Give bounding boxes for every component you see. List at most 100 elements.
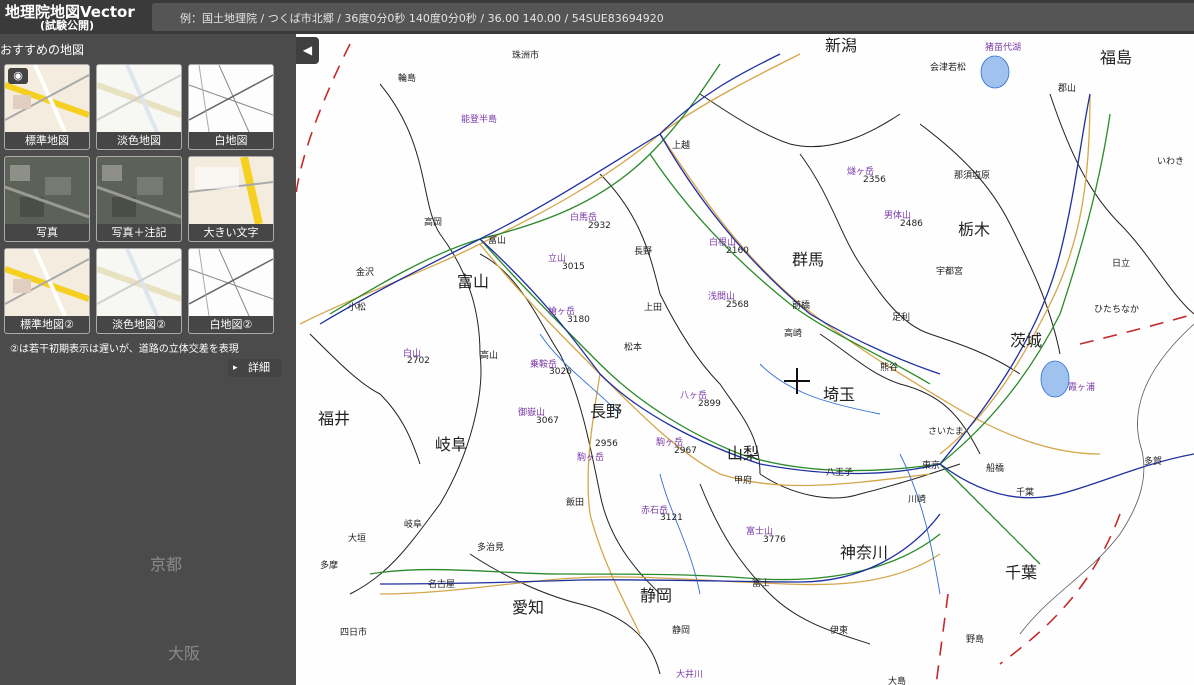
city-label: 長野	[634, 247, 653, 257]
city-label: 野島	[966, 635, 985, 645]
tile-label: 標準地図②	[5, 316, 89, 333]
city-label: 八王子	[826, 468, 854, 478]
elevation-label: 3067	[536, 416, 559, 426]
city-label: 前橋	[792, 301, 811, 311]
elevation-label: 2486	[900, 219, 923, 229]
map-style-tile[interactable]: 白地図②	[188, 248, 274, 334]
pref-label: 新潟	[825, 36, 858, 55]
app-subtitle: (試験公開)	[40, 19, 95, 32]
city-label: 会津若松	[930, 63, 967, 73]
city-label: 多治見	[477, 543, 505, 553]
city-label: 多摩	[320, 561, 339, 571]
app-header: 地理院地図Vector (試験公開) 例：国土地理院 / つくば市北郷 / 36…	[0, 0, 1194, 34]
pref-label: 愛知	[512, 598, 545, 617]
map-style-tile[interactable]: 標準地図②	[4, 248, 90, 334]
pref-label: 千葉	[1005, 563, 1038, 582]
side-panel: おすすめの地図 ◉ 標準地図 淡色地図 白地図写真 写真＋注記 大きい文字標準地図② 淡色地…	[0, 34, 296, 685]
map-style-tile[interactable]: ◉ 標準地図	[4, 64, 90, 150]
tile-thumbnail	[5, 157, 89, 224]
collapse-panel-button[interactable]: ◀	[296, 37, 319, 64]
tile-thumbnail	[189, 65, 273, 133]
tile-label: 淡色地図	[97, 132, 181, 149]
elevation-label: 2702	[407, 356, 430, 366]
city-label: 上田	[644, 303, 663, 313]
city-label: 珠洲市	[512, 51, 540, 61]
city-label: 富士	[752, 579, 771, 589]
lake-label: 霞ヶ浦	[1068, 383, 1096, 393]
city-label: 日立	[1112, 259, 1131, 269]
tile-thumbnail	[189, 249, 273, 317]
city-label: 甲府	[734, 476, 753, 486]
tile-thumbnail	[5, 249, 89, 317]
pref-label: 栃木	[958, 220, 991, 239]
search-placeholder: 例：国土地理院 / つくば市北郷 / 36度0分0秒 140度0分0秒 / 36…	[180, 12, 664, 25]
pref-label: 埼玉	[823, 385, 856, 404]
city-label: 足利	[892, 313, 911, 323]
city-label: 東京	[922, 461, 941, 471]
tile-label: 淡色地図②	[97, 316, 181, 333]
elevation-label: 3015	[562, 262, 585, 272]
tile-thumbnail	[97, 157, 181, 224]
elevation-label: 2160	[726, 246, 749, 256]
city-label: 上越	[672, 141, 691, 151]
panel-title: おすすめの地図	[0, 43, 85, 57]
chevron-right-icon: ▸	[233, 363, 238, 373]
detail-button[interactable]: ▸ 詳細	[228, 359, 282, 377]
city-label: 四日市	[340, 628, 368, 638]
tile-label: 大きい文字	[189, 224, 273, 241]
city-label: 那須塩原	[954, 171, 991, 181]
city-label: 大垣	[348, 534, 367, 544]
eye-icon[interactable]: ◉	[8, 68, 28, 84]
elevation-label: 2899	[698, 399, 721, 409]
pref-label: 茨城	[1010, 331, 1043, 350]
map-style-tile[interactable]: 写真＋注記	[96, 156, 182, 242]
city-label: 名古屋	[428, 580, 456, 590]
city-label: 富山	[488, 236, 507, 246]
city-label: 小松	[348, 303, 367, 313]
pref-label: 静岡	[640, 586, 673, 605]
pref-label: 福島	[1100, 48, 1133, 67]
city-label: 高山	[480, 351, 499, 361]
tile-thumbnail	[97, 65, 181, 133]
tile-label: 写真＋注記	[97, 224, 181, 241]
city-label: いわき	[1157, 157, 1185, 167]
tile-thumbnail	[189, 157, 273, 225]
city-label: 川崎	[908, 495, 927, 505]
elevation-label: 3776	[763, 535, 786, 545]
city-label: 飯田	[566, 498, 585, 508]
search-input[interactable]: 例：国土地理院 / つくば市北郷 / 36度0分0秒 140度0分0秒 / 36…	[152, 3, 1194, 31]
map-style-tile[interactable]: 淡色地図②	[96, 248, 182, 334]
city-label: ひたちなか	[1094, 305, 1140, 315]
city-label: 船橋	[986, 464, 1005, 474]
elevation-label: 2568	[726, 300, 749, 310]
pref-label: 福井	[318, 409, 351, 428]
pref-label: 長野	[590, 402, 623, 421]
pref-label: 神奈川	[840, 543, 889, 562]
city-label: 高岡	[424, 218, 443, 228]
city-label: 松本	[624, 343, 643, 353]
city-label: 輪島	[398, 74, 417, 84]
pref-label: 富山	[457, 272, 490, 291]
tile-thumbnail	[97, 249, 181, 317]
city-label: 千葉	[1016, 488, 1035, 498]
city-label: 郡山	[1058, 84, 1077, 94]
city-label: 大島	[888, 677, 907, 685]
elevation-label: 2956	[595, 439, 618, 449]
place-label: 能登半島	[461, 115, 498, 125]
elevation-label: 3180	[567, 315, 590, 325]
elevation-label: 2932	[588, 221, 611, 231]
map-style-tile[interactable]: 淡色地図	[96, 64, 182, 150]
detail-label: 詳細	[248, 361, 270, 374]
map-style-tile[interactable]: 写真	[4, 156, 90, 242]
city-label: 熊谷	[880, 363, 899, 373]
tile-label: 白地図②	[189, 316, 273, 333]
dim-map-label: 大阪	[168, 644, 201, 663]
map-style-tile[interactable]: 大きい文字	[188, 156, 274, 242]
pref-label: 岐阜	[435, 435, 468, 454]
pref-label: 山梨	[727, 444, 760, 463]
pref-label: 群馬	[792, 250, 825, 269]
map-style-tile[interactable]: 白地図	[188, 64, 274, 150]
city-label: 岐阜	[404, 520, 423, 530]
panel-note: ②は若干初期表示は遅いが、道路の立体交差を表現	[10, 344, 239, 355]
tile-label: 白地図	[189, 132, 273, 149]
